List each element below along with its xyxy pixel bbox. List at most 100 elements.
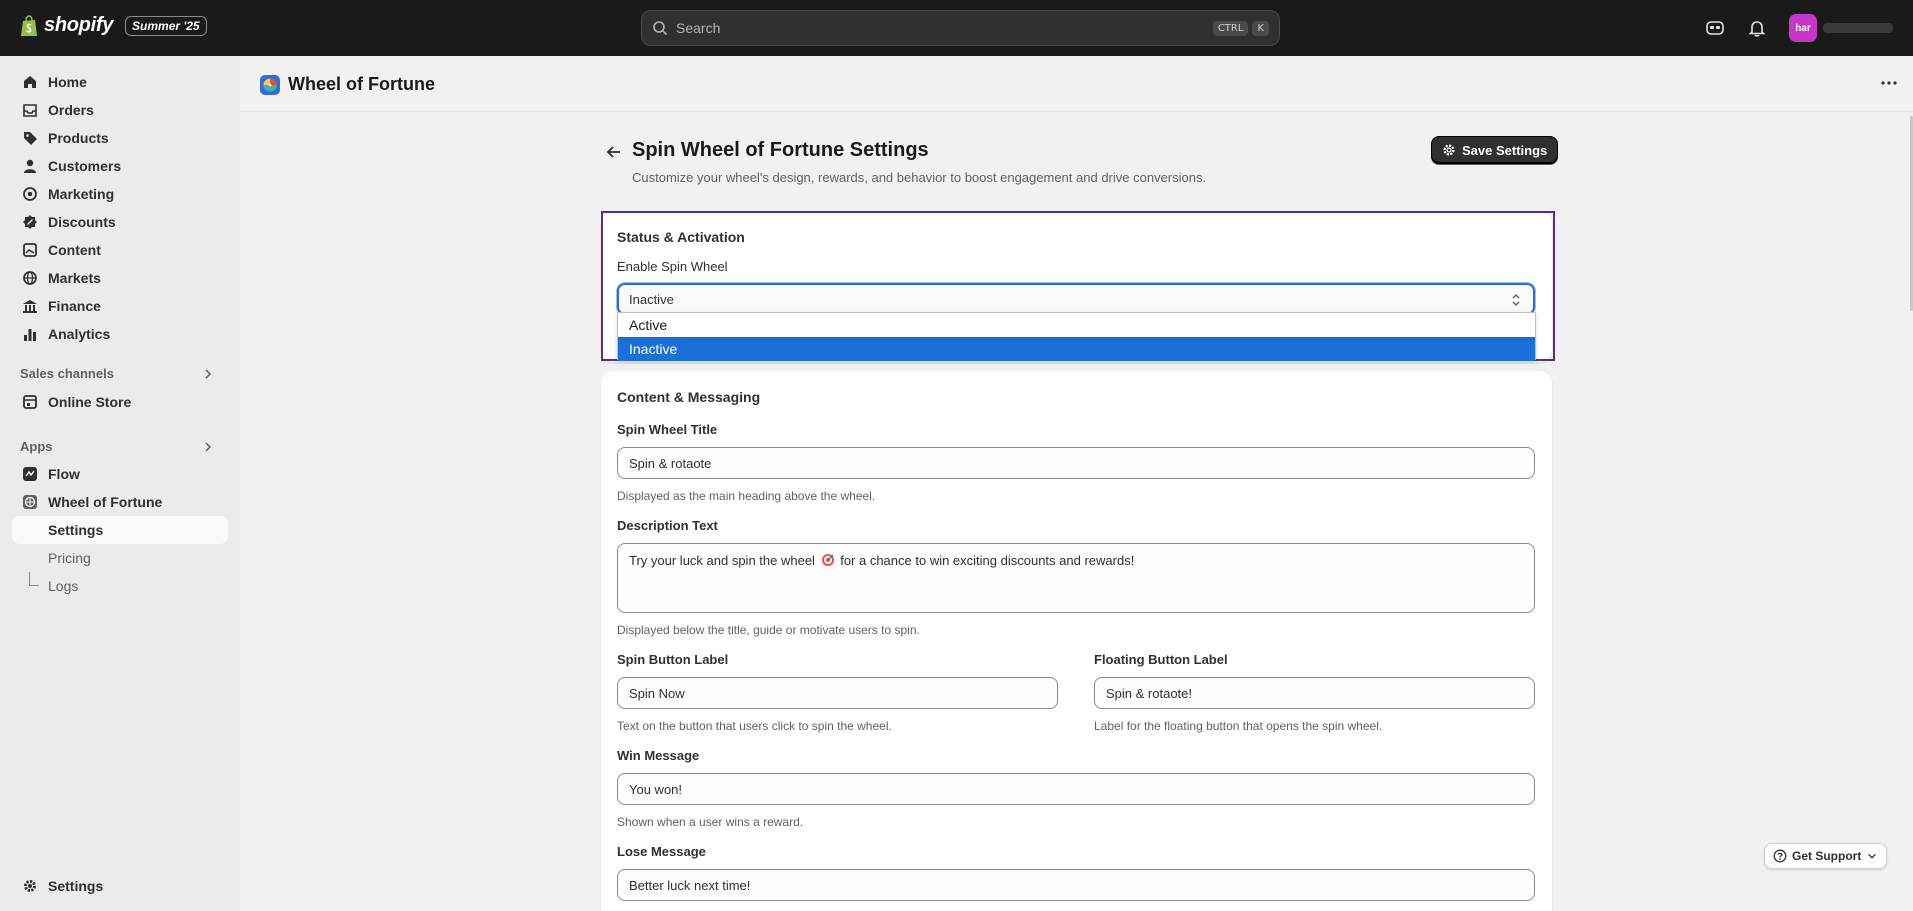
sidebar-item-customers[interactable]: Customers (12, 152, 228, 180)
shortcut-k-key: K (1252, 20, 1269, 36)
spin-button-input[interactable]: Spin Now (617, 677, 1058, 709)
spin-button-value: Spin Now (629, 685, 685, 701)
gear-icon (22, 878, 38, 894)
help-icon (1773, 849, 1787, 863)
option-inactive[interactable]: Inactive (618, 337, 1535, 361)
floating-button-value: Spin & rotaote! (1106, 685, 1192, 701)
sidebar-item-label: Customers (48, 158, 122, 174)
gear-icon (1443, 144, 1455, 156)
win-message-value: You won! (629, 781, 683, 797)
top-right-actions: har (1705, 14, 1893, 42)
spin-title-input[interactable]: Spin & rotaote (617, 447, 1535, 479)
save-settings-button[interactable]: Save Settings (1431, 136, 1559, 164)
sidebar-item-online-store[interactable]: Online Store (12, 388, 228, 416)
get-support-button[interactable]: Get Support (1764, 843, 1888, 869)
main-area: Wheel of Fortune Spin Wheel of Fortune S… (240, 56, 1913, 911)
brand-wordmark: shopify (44, 14, 114, 36)
description-help: Displayed below the title, guide or moti… (617, 623, 920, 637)
search-bar[interactable]: Search CTRL K (641, 10, 1280, 46)
tag-icon (22, 130, 38, 146)
target-icon (22, 186, 38, 202)
bar-chart-icon (22, 326, 38, 342)
chevron-right-icon[interactable] (202, 368, 214, 380)
bell-icon[interactable] (1747, 18, 1767, 38)
sidebar-item-discounts[interactable]: Discounts (12, 208, 228, 236)
sidebar-item-analytics[interactable]: Analytics (12, 320, 228, 348)
person-icon (22, 158, 38, 174)
page-title: Spin Wheel of Fortune Settings (632, 139, 929, 161)
description-text-start: Try your luck and spin the wheel (629, 553, 815, 568)
spin-button-help: Text on the button that users click to s… (617, 719, 892, 733)
edition-badge[interactable]: Summer '25 (125, 15, 207, 36)
app-title: Wheel of Fortune (288, 74, 435, 94)
sidebar-item-label: Orders (48, 102, 94, 118)
sidebar-item-label: Home (48, 74, 87, 90)
floating-button-help: Label for the floating button that opens… (1094, 719, 1383, 733)
description-text-end: for a chance to win exciting discounts a… (840, 553, 1135, 568)
sidebar-item-content[interactable]: Content (12, 236, 228, 264)
back-arrow-icon[interactable] (605, 143, 623, 161)
avatar[interactable]: har (1789, 14, 1817, 42)
flow-icon (22, 466, 38, 482)
lose-message-label: Lose Message (617, 844, 706, 859)
sidebar-item-label: Markets (48, 270, 101, 286)
option-active[interactable]: Active (618, 313, 1535, 337)
sidebar-subitem-settings[interactable]: Settings (12, 516, 228, 544)
sidebar-subitem-pricing[interactable]: Pricing (12, 544, 228, 572)
sidebar-item-flow[interactable]: Flow (12, 460, 228, 488)
more-options-icon[interactable] (1881, 80, 1897, 86)
win-message-help: Shown when a user wins a reward. (617, 815, 804, 829)
description-label: Description Text (617, 518, 718, 533)
app-header: Wheel of Fortune (260, 74, 435, 95)
floating-button-label-heading: Floating Button Label (1094, 652, 1228, 667)
lose-message-value: Better luck next time! (629, 877, 751, 893)
spin-button-label-heading: Spin Button Label (617, 652, 729, 667)
sidebar-item-label: Online Store (48, 394, 132, 410)
content-card-title: Content & Messaging (617, 389, 761, 405)
floating-button-input[interactable]: Spin & rotaote! (1094, 677, 1535, 709)
sidebar-item-label: Flow (48, 466, 80, 482)
sidebar-item-label: Finance (48, 298, 101, 314)
apps-heading: Apps (20, 439, 53, 454)
sidebar-item-label: Settings (48, 878, 104, 894)
enable-spin-wheel-select[interactable]: Inactive (617, 283, 1535, 315)
sidebar-item-marketing[interactable]: Marketing (12, 180, 228, 208)
win-message-input[interactable]: You won! (617, 773, 1535, 805)
home-icon (22, 74, 38, 90)
sidebar-item-wheel-of-fortune[interactable]: Wheel of Fortune (12, 488, 228, 516)
get-support-label: Get Support (1792, 849, 1862, 863)
sales-channels-heading: Sales channels (20, 366, 114, 381)
sidebar: Home Orders Products Customers Marketing… (0, 56, 240, 911)
shortcut-ctrl-key: CTRL (1212, 20, 1249, 36)
spin-title-label: Spin Wheel Title (617, 422, 718, 437)
sidekick-icon[interactable] (1705, 18, 1725, 38)
description-textarea[interactable]: Try your luck and spin the wheel for a c… (617, 543, 1535, 613)
sidebar-item-markets[interactable]: Markets (12, 264, 228, 292)
select-value: Inactive (629, 291, 674, 307)
spin-title-value: Spin & rotaote (629, 455, 712, 471)
content-messaging-card: Content & Messaging Spin Wheel Title Spi… (601, 371, 1552, 911)
sidebar-item-orders[interactable]: Orders (12, 96, 228, 124)
sidebar-item-home[interactable]: Home (12, 68, 228, 96)
chevron-right-icon[interactable] (202, 441, 214, 453)
select-arrows-icon (1512, 294, 1520, 306)
sidebar-item-products[interactable]: Products (12, 124, 228, 152)
sidebar-item-settings[interactable]: Settings (12, 872, 228, 900)
header-divider (240, 111, 1913, 112)
target-emoji-icon (821, 554, 834, 566)
sidebar-item-finance[interactable]: Finance (12, 292, 228, 320)
store-name[interactable] (1823, 23, 1893, 33)
chevron-down-icon (1868, 853, 1877, 859)
sidebar-item-label: Products (48, 130, 109, 146)
win-message-label: Win Message (617, 748, 700, 763)
sidebar-item-label: Logs (48, 578, 79, 594)
search-icon (653, 21, 668, 36)
lose-message-input[interactable]: Better luck next time! (617, 869, 1535, 901)
status-card-title: Status & Activation (617, 229, 745, 245)
globe-icon (22, 270, 38, 286)
sidebar-item-label: Wheel of Fortune (48, 494, 163, 510)
brand[interactable]: shopify Summer '25 (20, 14, 207, 37)
enable-spin-wheel-label: Enable Spin Wheel (617, 259, 728, 274)
sidebar-subitem-logs[interactable]: Logs (12, 572, 228, 600)
store-icon (22, 394, 38, 410)
